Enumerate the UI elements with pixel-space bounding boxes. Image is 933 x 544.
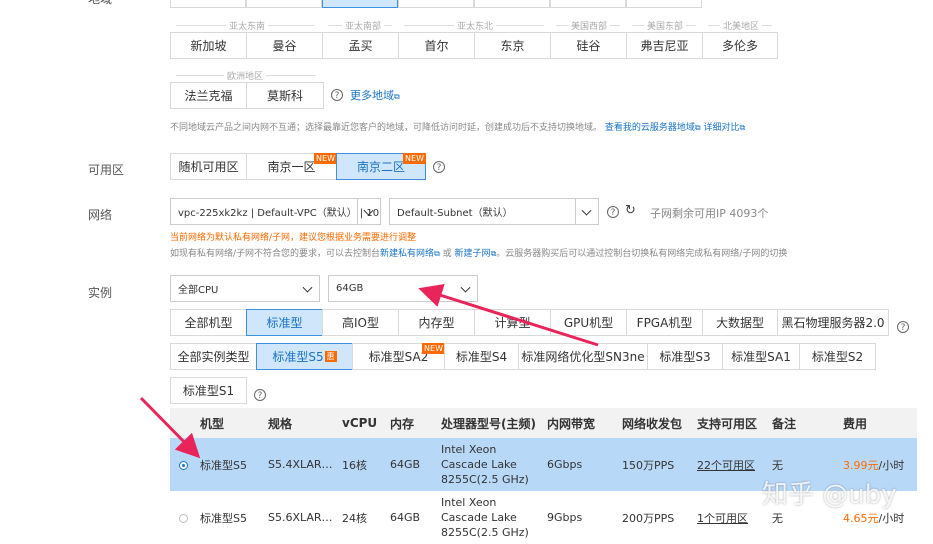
annotation-arrow <box>139 396 201 459</box>
watermark: 知乎 @uby <box>762 480 897 510</box>
annotation-arrow <box>418 283 599 347</box>
annotation-arrows <box>139 283 599 459</box>
